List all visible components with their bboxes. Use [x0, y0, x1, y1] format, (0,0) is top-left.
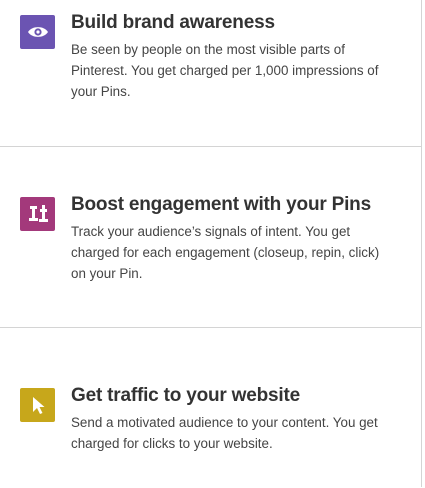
goal-option-brand-awareness[interactable]: Build brand awareness Be seen by people …: [0, 0, 421, 146]
campaign-goal-panel: Build brand awareness Be seen by people …: [0, 0, 422, 487]
goal-option-title: Boost engagement with your Pins: [71, 194, 371, 215]
goal-option-text: Get traffic to your website Send a motiv…: [71, 383, 401, 454]
eye-icon: [20, 15, 55, 49]
engagement-icon: [20, 197, 55, 231]
goal-option-engagement[interactable]: Boost engagement with your Pins Track yo…: [0, 146, 421, 328]
goal-option-description: Be seen by people on the most visible pa…: [71, 42, 379, 99]
goal-option-website-traffic[interactable]: Get traffic to your website Send a motiv…: [0, 327, 421, 488]
goal-option-title: Build brand awareness: [71, 12, 275, 33]
goal-option-description: Send a motivated audience to your conten…: [71, 415, 378, 451]
goal-option-text: Boost engagement with your Pins Track yo…: [71, 192, 401, 284]
cursor-icon: [20, 388, 55, 422]
goal-option-text: Build brand awareness Be seen by people …: [71, 10, 401, 102]
goal-option-title: Get traffic to your website: [71, 385, 300, 406]
goal-option-description: Track your audience’s signals of intent.…: [71, 224, 380, 281]
